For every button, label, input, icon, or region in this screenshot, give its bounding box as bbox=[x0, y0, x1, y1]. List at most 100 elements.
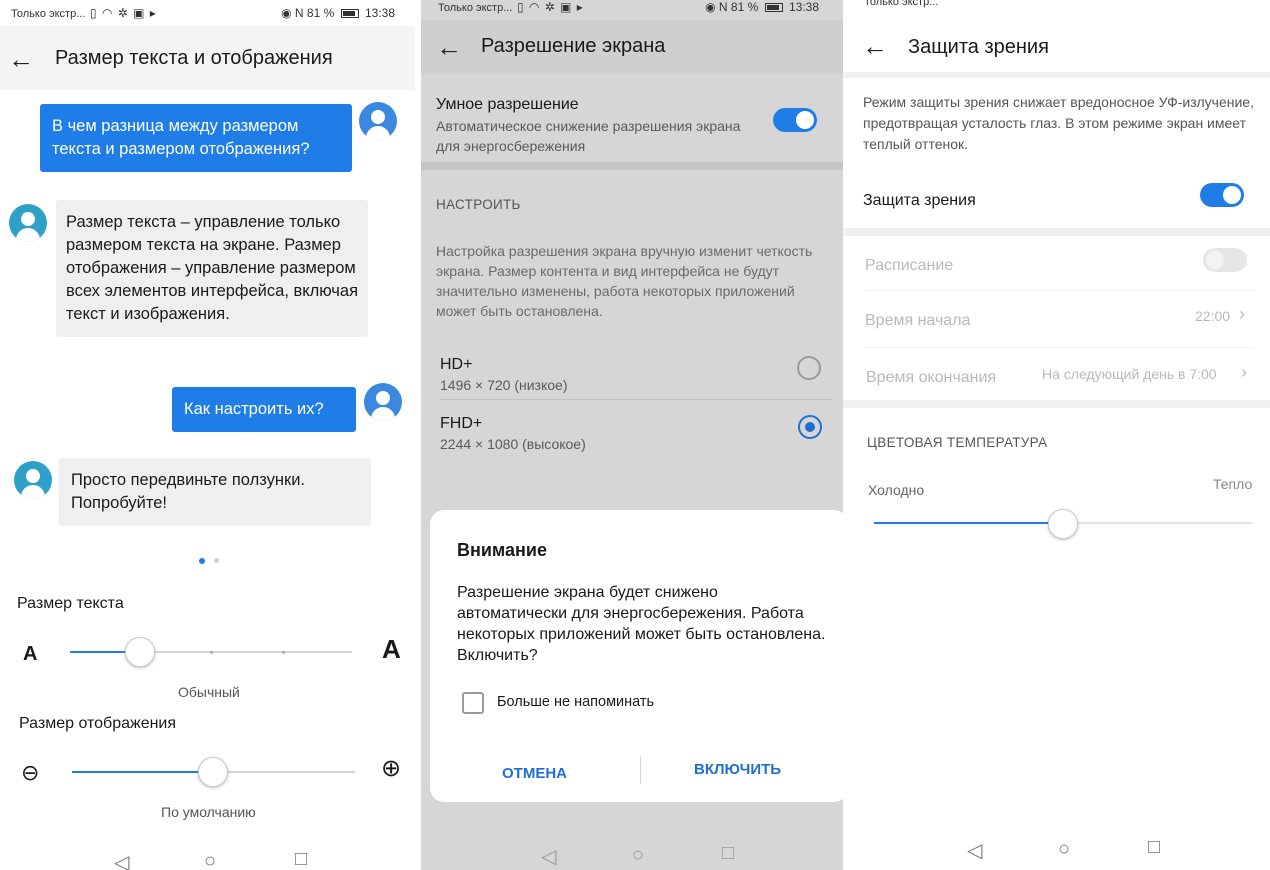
nav-home-icon[interactable]: ○ bbox=[632, 844, 644, 867]
display-size-slider-fill bbox=[72, 771, 213, 773]
slider-tick bbox=[210, 651, 213, 654]
nfc-icon: N bbox=[294, 6, 304, 20]
status-bar: Только экстр... ▯ ◠ ✲ ▣ ▸ ◉ N 81 % 13:38 bbox=[0, 0, 415, 26]
page-indicator-active bbox=[199, 558, 205, 564]
option-radio-fhd[interactable] bbox=[798, 415, 822, 439]
nav-recents-icon[interactable]: □ bbox=[295, 848, 307, 870]
schedule-toggle[interactable] bbox=[1203, 248, 1247, 272]
assistant-avatar bbox=[14, 461, 52, 499]
back-arrow-icon[interactable]: ← bbox=[8, 46, 34, 72]
status-bar: Только экстр... ▯ ◠ ✲ ▣ ▸ ◉ N 81 % 13:38 bbox=[421, 0, 855, 20]
option-radio-hd[interactable] bbox=[797, 356, 821, 380]
text-size-slider-thumb[interactable] bbox=[125, 637, 155, 667]
chevron-right-icon: › bbox=[1241, 362, 1247, 382]
smart-resolution-toggle[interactable] bbox=[773, 108, 817, 132]
section-divider bbox=[843, 400, 1270, 408]
nav-home-icon[interactable]: ○ bbox=[204, 850, 216, 870]
cancel-button[interactable]: ОТМЕНА bbox=[502, 765, 567, 782]
carrier-label: Только экстр... bbox=[864, 0, 939, 8]
app-bar: ← Размер текста и отображения bbox=[0, 26, 415, 90]
dialog-title: Внимание bbox=[457, 540, 547, 560]
dialog-button-separator bbox=[640, 756, 641, 784]
nav-bar: ◁ ○ □ bbox=[0, 848, 415, 870]
display-size-value: По умолчанию bbox=[161, 804, 256, 820]
nav-back-icon[interactable]: ◁ bbox=[541, 844, 556, 869]
clock: 13:38 bbox=[364, 6, 395, 20]
nav-recents-icon[interactable]: □ bbox=[1148, 836, 1160, 859]
row-divider bbox=[865, 290, 1253, 291]
carrier-label: Только экстр... bbox=[11, 8, 86, 20]
nav-bar: ◁ ○ □ bbox=[421, 842, 855, 870]
nfc-icon: N bbox=[718, 0, 728, 14]
page-title: Разрешение экрана bbox=[481, 35, 666, 57]
start-time-label: Время начала bbox=[865, 312, 971, 329]
enable-button[interactable]: ВКЛЮЧИТЬ bbox=[694, 761, 781, 778]
end-time-label: Время окончания bbox=[866, 369, 997, 386]
color-temperature-slider-thumb[interactable] bbox=[1048, 509, 1078, 539]
small-text-icon: A bbox=[23, 643, 38, 665]
option-title-fhd: FHD+ bbox=[440, 415, 483, 432]
back-arrow-icon[interactable]: ← bbox=[862, 33, 888, 59]
back-arrow-icon[interactable]: ← bbox=[436, 34, 462, 60]
screen-resolution-screen: Только экстр... ▯ ◠ ✲ ▣ ▸ ◉ N 81 % 13:38… bbox=[421, 0, 855, 870]
large-text-icon: A bbox=[382, 634, 401, 664]
status-icons: ▯ ◠ ✲ ▣ ▸ bbox=[90, 6, 157, 20]
smart-resolution-title: Умное разрешение bbox=[436, 96, 579, 113]
section-header: НАСТРОИТЬ bbox=[436, 197, 521, 212]
chat-bubble-assistant: Размер текста – управление только размер… bbox=[56, 200, 368, 337]
cold-label: Холодно bbox=[868, 482, 925, 498]
nav-back-icon[interactable]: ◁ bbox=[967, 838, 982, 863]
end-time-value[interactable]: На следующий день в 7:00 bbox=[1042, 364, 1217, 384]
app-bar: ← Защита зрения bbox=[843, 14, 1270, 68]
status-icons: ▯ ◠ ✲ ▣ ▸ bbox=[517, 0, 584, 14]
display-size-label: Размер отображения bbox=[19, 715, 177, 732]
user-avatar bbox=[359, 102, 397, 140]
zoom-in-icon[interactable]: ⊕ bbox=[381, 757, 401, 781]
nav-home-icon[interactable]: ○ bbox=[1058, 838, 1070, 861]
text-size-label: Размер текста bbox=[17, 595, 124, 612]
dont-remind-checkbox[interactable] bbox=[462, 692, 484, 714]
eye-protection-label: Защита зрения bbox=[863, 192, 976, 209]
nav-back-icon[interactable]: ◁ bbox=[114, 850, 129, 870]
slider-tick bbox=[282, 651, 285, 654]
eye-protection-toggle[interactable] bbox=[1200, 183, 1244, 207]
battery-icon bbox=[340, 9, 359, 19]
schedule-label: Расписание bbox=[865, 257, 954, 274]
option-title-hd: HD+ bbox=[440, 356, 473, 373]
status-right: ◉ N 81 % 13:38 bbox=[705, 0, 819, 14]
color-temperature-slider-fill bbox=[874, 522, 1063, 524]
eye-protection-screen: Только экстр... ← Защита зрения Режим за… bbox=[843, 0, 1270, 870]
section-divider bbox=[843, 228, 1270, 236]
page-indicator bbox=[214, 558, 219, 563]
option-divider bbox=[440, 399, 832, 400]
assistant-avatar bbox=[9, 204, 47, 242]
nav-recents-icon[interactable]: □ bbox=[722, 842, 734, 865]
user-avatar bbox=[364, 383, 402, 421]
battery-percent: 81 % bbox=[730, 0, 759, 14]
warm-label: Тепло bbox=[1213, 476, 1253, 492]
page-title: Размер текста и отображения bbox=[55, 47, 333, 69]
color-temperature-header: ЦВЕТОВАЯ ТЕМПЕРАТУРА bbox=[867, 435, 1048, 450]
option-subtitle-hd: 1496 × 720 (низкое) bbox=[440, 377, 568, 393]
warning-dialog: Внимание Разрешение экрана будет снижено… bbox=[430, 510, 848, 802]
nav-bar: ◁ ○ □ bbox=[843, 836, 1270, 870]
eye-protection-description: Режим защиты зрения снижает вредоносное … bbox=[863, 94, 1254, 152]
carrier-label: Только экстр... bbox=[438, 2, 513, 14]
text-display-size-screen: Только экстр... ▯ ◠ ✲ ▣ ▸ ◉ N 81 % 13:38… bbox=[0, 0, 415, 870]
chat-bubble-assistant: Просто передвиньте ползунки. Попробуйте! bbox=[59, 458, 371, 526]
dont-remind-label[interactable]: Больше не напоминать bbox=[497, 694, 654, 710]
display-size-slider-thumb[interactable] bbox=[198, 757, 228, 787]
clock: 13:38 bbox=[788, 0, 819, 14]
eye-icon: ◉ bbox=[281, 6, 292, 20]
dialog-message: Разрешение экрана будет снижено автомати… bbox=[457, 584, 826, 664]
app-bar: ← Разрешение экрана bbox=[421, 20, 855, 74]
zoom-out-icon[interactable]: ⊖ bbox=[21, 762, 39, 784]
page-title: Защита зрения bbox=[908, 36, 1049, 58]
option-subtitle-fhd: 2244 × 1080 (высокое) bbox=[440, 436, 586, 452]
start-time-value[interactable]: 22:00 bbox=[1195, 306, 1230, 326]
status-bar: Только экстр... bbox=[843, 0, 1270, 14]
chevron-right-icon: › bbox=[1239, 304, 1245, 324]
row-divider bbox=[865, 347, 1253, 348]
battery-percent: 81 % bbox=[306, 6, 335, 20]
battery-icon bbox=[764, 3, 783, 13]
